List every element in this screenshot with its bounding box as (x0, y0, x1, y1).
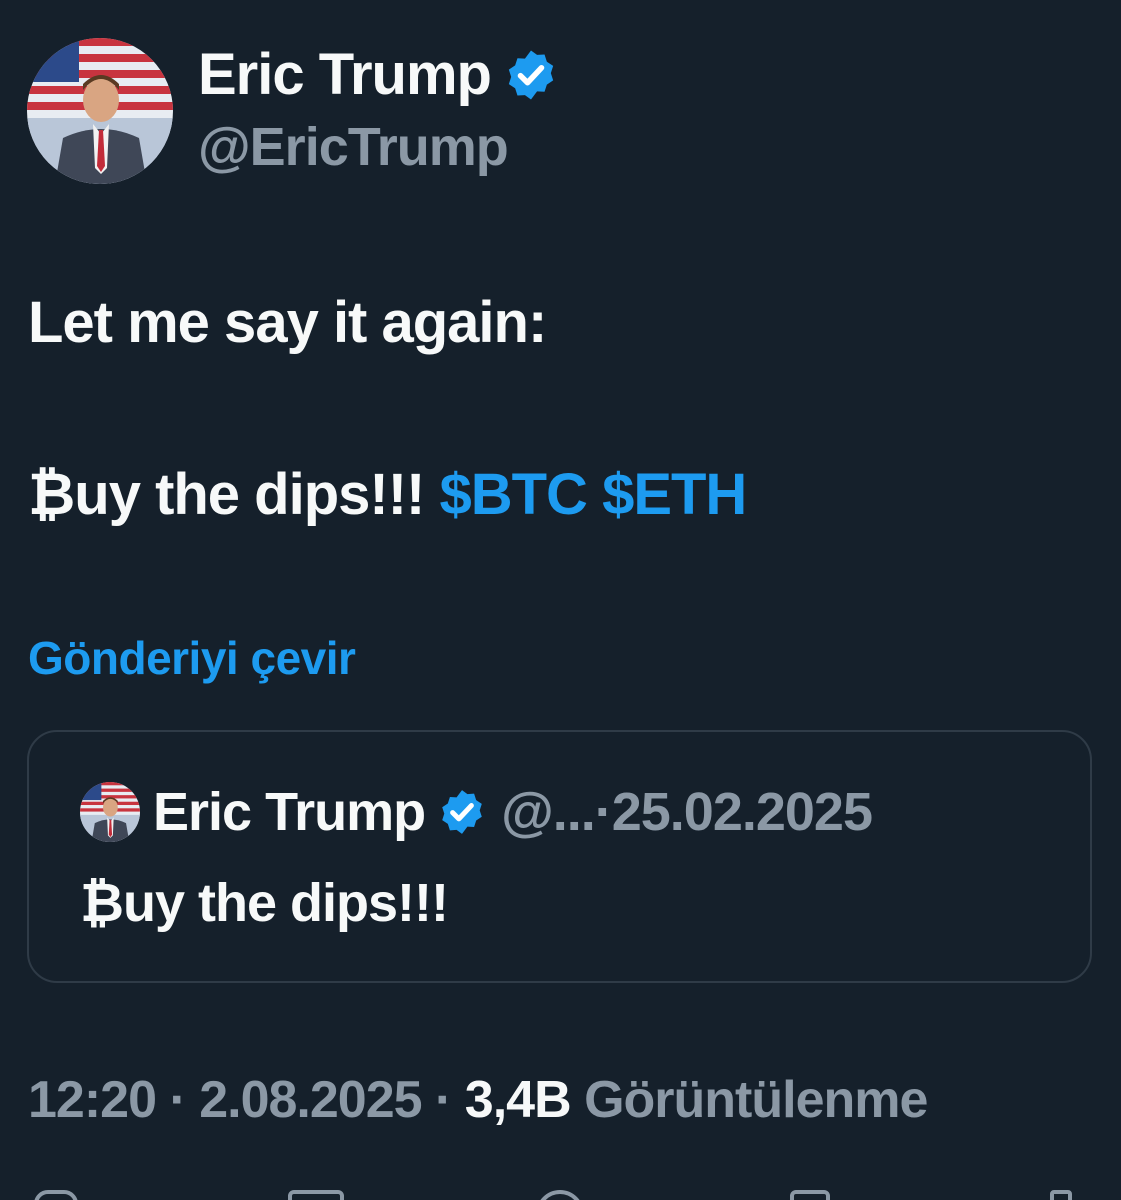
cashtag-space (587, 462, 602, 527)
views-count: 3,4B (464, 1071, 572, 1129)
meta-separator: · (156, 1071, 200, 1129)
author-name-text[interactable]: Eric Trump (198, 40, 492, 110)
tweet-text: ₿uy the dips!!! (28, 462, 440, 527)
tweet-text-line1: Let me say it again: (28, 290, 547, 355)
tweet-time[interactable]: 12:20 (28, 1071, 157, 1129)
bookmark-icon[interactable] (790, 1190, 830, 1200)
like-icon[interactable] (536, 1190, 584, 1200)
cashtag-eth-link[interactable]: $ETH (602, 462, 747, 527)
quote-avatar[interactable] (80, 782, 140, 842)
translate-post-link[interactable]: Gönderiyi çevir (28, 630, 356, 686)
reply-icon[interactable] (34, 1190, 78, 1200)
profile-photo-icon (27, 38, 173, 184)
cashtag-btc-link[interactable]: $BTC (439, 462, 587, 527)
views-label: Görüntülenme (570, 1071, 928, 1129)
share-icon[interactable] (1050, 1190, 1072, 1200)
profile-photo-icon (80, 782, 140, 842)
verified-badge-icon (442, 790, 482, 834)
verified-badge-icon (508, 50, 554, 100)
quote-author-name[interactable]: Eric Trump (153, 779, 426, 845)
tweet-date[interactable]: 2.08.2025 (199, 1071, 422, 1129)
quoted-tweet-card[interactable]: Eric Trump @... · 25.02.2025 ₿uy the dip… (27, 730, 1092, 983)
quote-separator: · (594, 782, 613, 842)
author-name[interactable]: Eric Trump (198, 40, 559, 110)
quote-author-handle[interactable]: @... (501, 779, 596, 845)
tweet-meta: 12:20 · 2.08.2025 · 3,4B Görüntülenme (28, 1068, 928, 1132)
author-avatar[interactable] (27, 38, 173, 184)
action-bar (0, 1186, 1121, 1200)
meta-separator: · (421, 1071, 465, 1129)
quote-header: Eric Trump @... · 25.02.2025 (153, 779, 873, 845)
tweet-text-line2: ₿uy the dips!!! $BTC $ETH (28, 460, 747, 530)
quote-date[interactable]: 25.02.2025 (612, 779, 873, 845)
retweet-icon[interactable] (288, 1190, 344, 1200)
quote-text: ₿uy the dips!!! (80, 873, 449, 933)
author-handle[interactable]: @EricTrump (198, 114, 509, 180)
